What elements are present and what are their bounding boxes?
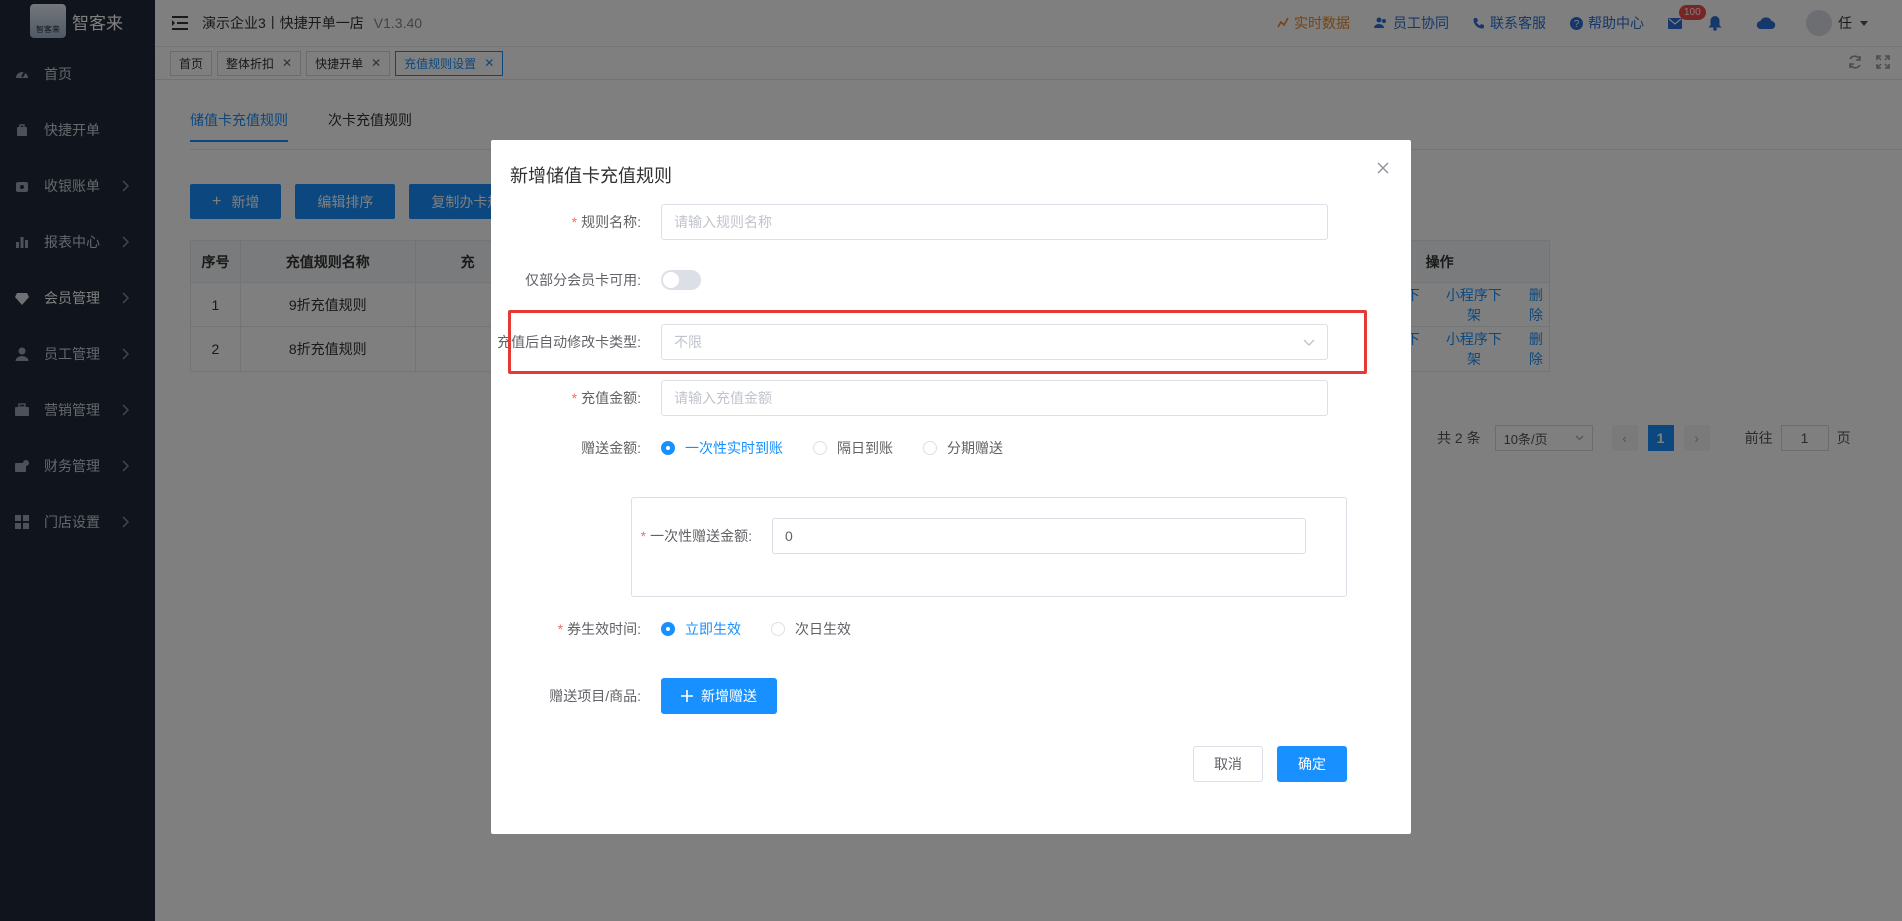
partial-card-switch[interactable] bbox=[661, 270, 701, 290]
dialog-title: 新增储值卡充值规则 bbox=[510, 166, 672, 186]
radio-label: 分期赠送 bbox=[947, 440, 1003, 456]
cancel-button[interactable]: 取消 bbox=[1193, 746, 1263, 782]
radio-dot bbox=[923, 441, 937, 455]
radio-dot bbox=[661, 441, 675, 455]
radio-coupon-next-day[interactable]: 次日生效 bbox=[771, 619, 851, 639]
add-gift-button[interactable]: 新增赠送 bbox=[661, 678, 777, 714]
gift-radio-group: 一次性实时到账 隔日到账 分期赠送 bbox=[661, 438, 1033, 458]
radio-dot bbox=[813, 441, 827, 455]
rule-name-input[interactable]: 请输入规则名称 bbox=[661, 204, 1328, 240]
rule-name-label: * 规则名称: bbox=[571, 214, 641, 230]
dialog-footer: 取消 确定 bbox=[1193, 746, 1347, 782]
coupon-time-label: * 券生效时间: bbox=[557, 621, 641, 637]
radio-gift-installment[interactable]: 分期赠送 bbox=[923, 438, 1003, 458]
partial-card-row: 仅部分会员卡可用: bbox=[491, 270, 701, 290]
radio-label: 隔日到账 bbox=[837, 440, 893, 456]
rule-name-row: * 规则名称: 请输入规则名称 bbox=[491, 204, 1328, 240]
auto-change-row: 充值后自动修改卡类型: 不限 bbox=[491, 324, 1328, 360]
confirm-button[interactable]: 确定 bbox=[1277, 746, 1347, 782]
amount-row: * 充值金额: 请输入充值金额 bbox=[491, 380, 1328, 416]
radio-label: 次日生效 bbox=[795, 621, 851, 637]
partial-card-label: 仅部分会员卡可用: bbox=[525, 272, 641, 288]
once-gift-label: * 一次性赠送金额: bbox=[640, 528, 752, 544]
add-recharge-rule-dialog: 新增储值卡充值规则 * 规则名称: 请输入规则名称 仅部分会员卡可用: 充值后自动… bbox=[491, 140, 1411, 834]
radio-dot bbox=[661, 622, 675, 636]
amount-label: * 充值金额: bbox=[571, 390, 641, 406]
once-gift-row: * 一次性赠送金额: 0 bbox=[632, 518, 1306, 554]
coupon-radio-group: 立即生效 次日生效 bbox=[661, 619, 881, 639]
amount-input[interactable]: 请输入充值金额 bbox=[661, 380, 1328, 416]
add-gift-label: 新增赠送 bbox=[701, 688, 757, 704]
gift-items-row: 赠送项目/商品: 新增赠送 bbox=[491, 678, 777, 714]
card-type-value: 不限 bbox=[674, 334, 702, 350]
plus-icon bbox=[681, 690, 693, 702]
card-type-select[interactable]: 不限 bbox=[661, 324, 1328, 360]
once-gift-box: * 一次性赠送金额: 0 bbox=[631, 497, 1347, 597]
radio-coupon-immediate[interactable]: 立即生效 bbox=[661, 619, 741, 639]
chevron-down-icon bbox=[1303, 339, 1315, 346]
radio-label: 立即生效 bbox=[685, 621, 741, 637]
auto-change-label: 充值后自动修改卡类型: bbox=[497, 334, 641, 350]
gift-row: 赠送金额: 一次性实时到账 隔日到账 分期赠送 bbox=[491, 438, 1033, 458]
gift-label: 赠送金额: bbox=[581, 440, 641, 456]
gift-items-label: 赠送项目/商品: bbox=[549, 688, 641, 704]
coupon-time-row: * 券生效时间: 立即生效 次日生效 bbox=[491, 619, 881, 639]
radio-gift-next-day[interactable]: 隔日到账 bbox=[813, 438, 893, 458]
radio-label: 一次性实时到账 bbox=[685, 440, 783, 456]
once-gift-input[interactable]: 0 bbox=[772, 518, 1306, 554]
close-icon[interactable] bbox=[1377, 162, 1389, 174]
radio-dot bbox=[771, 622, 785, 636]
radio-gift-instant[interactable]: 一次性实时到账 bbox=[661, 438, 783, 458]
